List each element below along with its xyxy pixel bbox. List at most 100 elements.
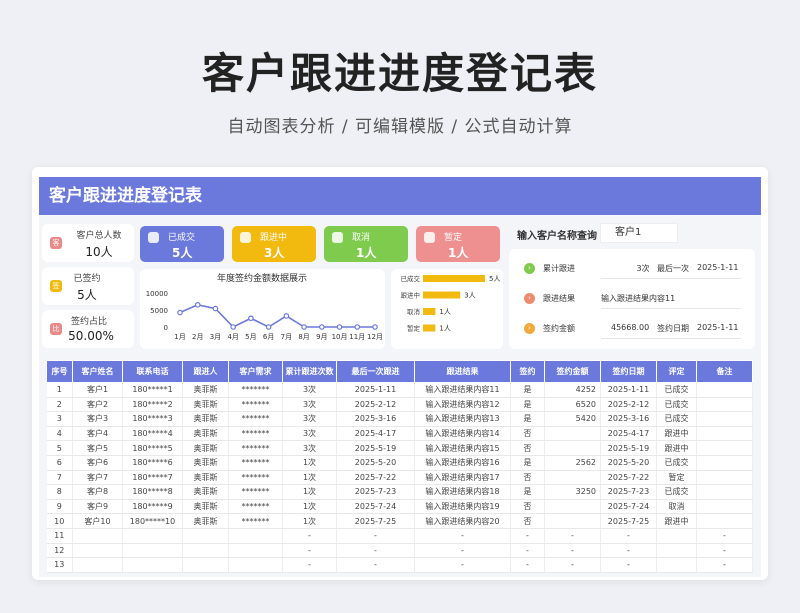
table-cell[interactable]: -	[510, 557, 545, 573]
table-cell[interactable]: -	[282, 543, 337, 559]
table-cell[interactable]: *******	[228, 484, 283, 500]
table-cell[interactable]: -	[414, 557, 511, 573]
table-cell[interactable]: -	[336, 528, 415, 544]
column-header[interactable]: 签约	[510, 360, 545, 383]
table-cell[interactable]: 是	[510, 411, 545, 427]
column-header[interactable]: 备注	[696, 360, 753, 383]
table-cell[interactable]: 3250	[544, 484, 601, 500]
table-cell[interactable]	[696, 397, 753, 413]
table-cell[interactable]: 180*****6	[122, 455, 183, 471]
table-cell[interactable]: 180*****3	[122, 411, 183, 427]
table-cell[interactable]	[182, 557, 229, 573]
table-cell[interactable]: 客户8	[72, 484, 123, 500]
table-cell[interactable]: 2025-1-11	[336, 382, 415, 398]
table-cell[interactable]: 8	[46, 484, 73, 500]
column-header[interactable]: 跟进结果	[414, 360, 511, 383]
table-cell[interactable]: 输入跟进结果内容13	[414, 411, 511, 427]
table-cell[interactable]: 4	[46, 426, 73, 442]
table-cell[interactable]: 13	[46, 557, 73, 573]
table-cell[interactable]: 客户10	[72, 513, 123, 529]
column-header[interactable]: 客户姓名	[72, 360, 123, 383]
table-cell[interactable]: 2025-7-22	[336, 470, 415, 486]
table-row[interactable]: 8 客户8 180*****8 奥菲斯 ******* 1次 2025-7-23 输入跟进结果…	[46, 484, 753, 500]
table-row[interactable]: 13- - - - - - -	[46, 557, 753, 573]
table-cell[interactable]: 6520	[544, 397, 601, 413]
table-cell[interactable]	[696, 455, 753, 471]
table-cell[interactable]: 奥菲斯	[182, 470, 229, 486]
table-cell[interactable]: 10	[46, 513, 73, 529]
table-cell[interactable]: *******	[228, 397, 283, 413]
table-cell[interactable]	[696, 426, 753, 442]
table-cell[interactable]: 客户2	[72, 397, 123, 413]
table-cell[interactable]: -	[696, 557, 753, 573]
table-cell[interactable]: 2025-4-17	[336, 426, 415, 442]
table-cell[interactable]: 180*****2	[122, 397, 183, 413]
table-cell[interactable]: 客户7	[72, 470, 123, 486]
table-cell[interactable]: 奥菲斯	[182, 484, 229, 500]
table-cell[interactable]: -	[282, 557, 337, 573]
table-cell[interactable]: -	[544, 543, 601, 559]
table-cell[interactable]	[182, 528, 229, 544]
table-cell[interactable]: 客户3	[72, 411, 123, 427]
table-cell[interactable]	[122, 543, 183, 559]
table-cell[interactable]: 2025-3-16	[600, 411, 657, 427]
table-cell[interactable]	[122, 557, 183, 573]
table-cell[interactable]: 已成交	[656, 484, 697, 500]
table-cell[interactable]: *******	[228, 426, 283, 442]
table-cell[interactable]: 2	[46, 397, 73, 413]
table-cell[interactable]	[228, 543, 283, 559]
table-cell[interactable]: 已成交	[656, 411, 697, 427]
table-cell[interactable]: -	[544, 557, 601, 573]
table-cell[interactable]: 奥菲斯	[182, 382, 229, 398]
table-cell[interactable]: 180*****10	[122, 513, 183, 529]
table-cell[interactable]: -	[414, 528, 511, 544]
table-cell[interactable]: 11	[46, 528, 73, 544]
table-cell[interactable]: 2025-5-20	[600, 455, 657, 471]
column-header[interactable]: 累计跟进次数	[282, 360, 337, 383]
table-cell[interactable]: -	[336, 557, 415, 573]
customer-search-input[interactable]: 客户1	[600, 223, 678, 243]
table-cell[interactable]: 2025-3-16	[336, 411, 415, 427]
table-cell[interactable]: 客户9	[72, 499, 123, 515]
table-cell[interactable]: *******	[228, 440, 283, 456]
table-cell[interactable]: 2025-7-24	[336, 499, 415, 515]
table-cell[interactable]: -	[510, 543, 545, 559]
table-cell[interactable]: 已成交	[656, 382, 697, 398]
table-cell[interactable]: 输入跟进结果内容20	[414, 513, 511, 529]
table-cell[interactable]: 2025-5-19	[600, 440, 657, 456]
table-cell[interactable]	[544, 499, 601, 515]
table-cell[interactable]: 2025-7-25	[600, 513, 657, 529]
table-cell[interactable]: 1次	[282, 455, 337, 471]
table-cell[interactable]: 是	[510, 484, 545, 500]
table-cell[interactable]: 奥菲斯	[182, 411, 229, 427]
table-cell[interactable]: 取消	[656, 499, 697, 515]
table-row[interactable]: 3 客户3 180*****3 奥菲斯 ******* 3次 2025-3-16 输入跟进结果…	[46, 411, 753, 427]
table-row[interactable]: 4 客户4 180*****4 奥菲斯 ******* 3次 2025-4-17 输入跟进结果…	[46, 426, 753, 442]
column-header[interactable]: 评定	[656, 360, 697, 383]
table-cell[interactable]: 已成交	[656, 397, 697, 413]
table-cell[interactable]: 跟进中	[656, 440, 697, 456]
table-cell[interactable]: 2025-7-25	[336, 513, 415, 529]
table-cell[interactable]: 1次	[282, 513, 337, 529]
table-cell[interactable]: 输入跟进结果内容19	[414, 499, 511, 515]
table-cell[interactable]: -	[510, 528, 545, 544]
table-cell[interactable]: 客户6	[72, 455, 123, 471]
table-cell[interactable]: 3次	[282, 397, 337, 413]
table-cell[interactable]	[228, 528, 283, 544]
table-cell[interactable]: -	[544, 528, 601, 544]
table-cell[interactable]: 奥菲斯	[182, 397, 229, 413]
table-cell[interactable]: 6	[46, 455, 73, 471]
column-header[interactable]: 序号	[46, 360, 73, 383]
table-cell[interactable]: 3次	[282, 440, 337, 456]
table-row[interactable]: 2 客户2 180*****2 奥菲斯 ******* 3次 2025-2-12 输入跟进结果…	[46, 397, 753, 413]
table-cell[interactable]: 奥菲斯	[182, 513, 229, 529]
table-cell[interactable]	[696, 382, 753, 398]
table-cell[interactable]: 2025-7-23	[600, 484, 657, 500]
table-cell[interactable]: 客户4	[72, 426, 123, 442]
column-header[interactable]: 跟进人	[182, 360, 229, 383]
table-cell[interactable]	[696, 484, 753, 500]
table-cell[interactable]: *******	[228, 382, 283, 398]
table-cell[interactable]: 已成交	[656, 455, 697, 471]
table-row[interactable]: 9 客户9 180*****9 奥菲斯 ******* 1次 2025-7-24 输入跟进结果…	[46, 499, 753, 515]
table-cell[interactable]: 1次	[282, 499, 337, 515]
